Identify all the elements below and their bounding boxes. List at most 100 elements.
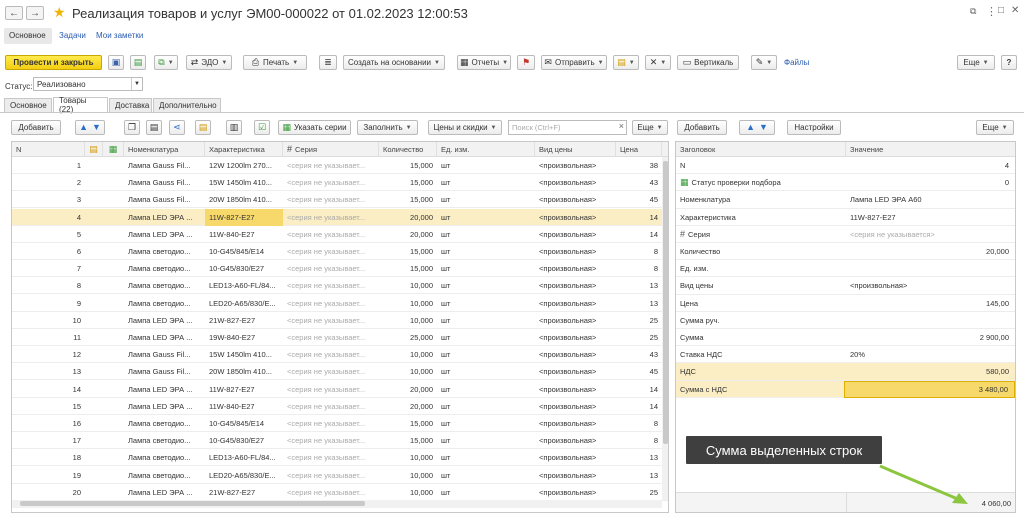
property-value[interactable]: 20% — [846, 346, 1015, 363]
structure-button[interactable]: ⧉ ▼ — [154, 55, 178, 70]
cell-characteristic[interactable]: 11W-840-E27 — [205, 398, 283, 415]
cell-unit[interactable]: шт — [437, 415, 535, 432]
cell-unit[interactable]: шт — [437, 346, 535, 363]
table-row[interactable]: 8 Лампа светодио... LED13-A60-FL/84... <сер… — [12, 277, 668, 295]
cell-price[interactable]: 14 — [616, 226, 662, 243]
cell-n[interactable]: 16 — [12, 415, 85, 432]
fill-doc-button[interactable]: ▤ — [195, 120, 211, 135]
cell-n[interactable]: 2 — [12, 174, 85, 191]
specify-series-button[interactable]: ▦ Указать серии — [278, 120, 351, 135]
props-arrow-down-icon[interactable]: ▼ — [759, 123, 768, 132]
cell-characteristic[interactable]: 15W 1450lm 410... — [205, 346, 283, 363]
cell-unit[interactable]: шт — [437, 226, 535, 243]
cell-price-type[interactable]: <произвольная> — [535, 174, 616, 191]
property-value[interactable]: Лампа LED ЭРА A60 — [846, 191, 1015, 208]
maximize-icon[interactable]: □ — [998, 5, 1004, 16]
print-button[interactable]: ⎙ Печать ▼ — [243, 55, 307, 70]
tab-goods[interactable]: Товары (22) — [53, 96, 108, 114]
cell-price-type[interactable]: <произвольная> — [535, 243, 616, 260]
barcode-button[interactable]: ▥ — [226, 120, 242, 135]
cell-nomenclature[interactable]: Лампа LED ЭРА ... — [124, 381, 205, 398]
cell-nomenclature[interactable]: Лампа светодио... — [124, 277, 205, 294]
favorite-star-icon[interactable]: ★ — [53, 4, 66, 21]
more-menu-icon[interactable]: ⋮ — [986, 5, 997, 18]
cell-characteristic[interactable]: 11W-827-E27 — [205, 381, 283, 398]
table-row[interactable]: 20 Лампа LED ЭРА ... 21W-827-E27 <серия не … — [12, 484, 668, 501]
property-value[interactable]: <серия не указывается> — [846, 226, 1015, 243]
search-clear-icon[interactable]: × — [619, 121, 624, 131]
property-row[interactable]: Ставка НДС 20% — [676, 346, 1015, 364]
post-and-close-button[interactable]: Провести и закрыть — [5, 55, 102, 70]
property-row[interactable]: Цена 145,00 — [676, 295, 1015, 312]
cell-unit[interactable]: шт — [437, 381, 535, 398]
cell-quantity[interactable]: 10,000 — [379, 467, 437, 484]
cell-characteristic[interactable]: LED20-A65/830/E... — [205, 467, 283, 484]
cell-price[interactable]: 13 — [616, 295, 662, 312]
table-row[interactable]: 1 Лампа Gauss Fil... 12W 1200lm 270... <сер… — [12, 157, 668, 174]
cell-price[interactable]: 8 — [616, 432, 662, 449]
cell-quantity[interactable]: 15,000 — [379, 191, 437, 208]
cell-nomenclature[interactable]: Лампа LED ЭРА ... — [124, 209, 205, 226]
cell-n[interactable]: 5 — [12, 226, 85, 243]
cell-nomenclature[interactable]: Лампа Gauss Fil... — [124, 363, 205, 380]
send-button[interactable]: ✉ Отправить ▼ — [541, 55, 607, 70]
cell-quantity[interactable]: 20,000 — [379, 381, 437, 398]
cell-nomenclature[interactable]: Лампа светодио... — [124, 415, 205, 432]
property-row[interactable]: Количество 20,000 — [676, 243, 1015, 261]
cell-series[interactable]: <серия не указывает... — [283, 449, 379, 466]
cell-series[interactable]: <серия не указывает... — [283, 398, 379, 415]
cell-quantity[interactable]: 20,000 — [379, 226, 437, 243]
col-nomenclature[interactable]: Номенклатура — [124, 142, 205, 157]
cell-unit[interactable]: шт — [437, 467, 535, 484]
top-link-main[interactable]: Основное — [9, 31, 46, 40]
table-row[interactable]: 18 Лампа светодио... LED13-A60-FL/84... <се… — [12, 449, 668, 467]
cell-series[interactable]: <серия не указывает... — [283, 329, 379, 346]
cell-series[interactable]: <серия не указывает... — [283, 209, 379, 226]
cell-nomenclature[interactable]: Лампа Gauss Fil... — [124, 157, 205, 174]
paste-button[interactable]: ▤ — [146, 120, 162, 135]
copy-button[interactable]: ❐ — [124, 120, 140, 135]
property-row[interactable]: # Серия <серия не указывается> — [676, 226, 1015, 243]
cell-price[interactable]: 45 — [616, 191, 662, 208]
cell-unit[interactable]: шт — [437, 295, 535, 312]
close-icon[interactable]: ✕ — [1011, 5, 1019, 16]
cell-n[interactable]: 20 — [12, 484, 85, 501]
col-heading[interactable]: Заголовок — [676, 142, 846, 157]
property-value[interactable] — [844, 312, 1015, 329]
table-row[interactable]: 14 Лампа LED ЭРА ... 11W-827-E27 <серия не … — [12, 381, 668, 398]
cell-price[interactable]: 8 — [616, 243, 662, 260]
prices-discounts-button[interactable]: Цены и скидки ▼ — [428, 120, 502, 135]
cell-series[interactable]: <серия не указывает... — [283, 260, 379, 277]
cell-quantity[interactable]: 15,000 — [379, 415, 437, 432]
help-button[interactable]: ? — [1001, 55, 1017, 70]
cell-price-type[interactable]: <произвольная> — [535, 449, 616, 466]
property-row[interactable]: ▦ Статус проверки подбора 0 — [676, 174, 1015, 192]
cell-price-type[interactable]: <произвольная> — [535, 398, 616, 415]
tab-main[interactable]: Основное — [4, 98, 52, 112]
route-button[interactable]: ⚑ — [517, 55, 535, 70]
cell-price[interactable]: 8 — [616, 260, 662, 277]
link-icon[interactable]: ⧉ — [970, 6, 976, 17]
top-link-tasks[interactable]: Задачи — [59, 31, 86, 40]
cell-quantity[interactable]: 15,000 — [379, 174, 437, 191]
cell-price-type[interactable]: <произвольная> — [535, 157, 616, 174]
cell-series[interactable]: <серия не указывает... — [283, 312, 379, 329]
cell-price-type[interactable]: <произвольная> — [535, 191, 616, 208]
chevron-down-icon[interactable]: ▼ — [131, 78, 142, 90]
cell-quantity[interactable]: 15,000 — [379, 260, 437, 277]
cell-nomenclature[interactable]: Лампа светодио... — [124, 432, 205, 449]
cell-nomenclature[interactable]: Лампа светодио... — [124, 449, 205, 466]
cell-quantity[interactable]: 15,000 — [379, 432, 437, 449]
cell-quantity[interactable]: 10,000 — [379, 484, 437, 501]
cell-series[interactable]: <серия не указывает... — [283, 277, 379, 294]
cell-characteristic[interactable]: 15W 1450lm 410... — [205, 174, 283, 191]
property-row[interactable]: Вид цены <произвольная> — [676, 277, 1015, 295]
cell-price-type[interactable]: <произвольная> — [535, 209, 616, 226]
col-value[interactable]: Значение — [846, 142, 1015, 157]
cell-price-type[interactable]: <произвольная> — [535, 363, 616, 380]
cell-n[interactable]: 4 — [12, 209, 85, 226]
cell-series[interactable]: <серия не указывает... — [283, 191, 379, 208]
cell-price-type[interactable]: <произвольная> — [535, 346, 616, 363]
cell-price-type[interactable]: <произвольная> — [535, 312, 616, 329]
table-row[interactable]: 17 Лампа светодио... 10-G45/830/E27 <серия … — [12, 432, 668, 450]
